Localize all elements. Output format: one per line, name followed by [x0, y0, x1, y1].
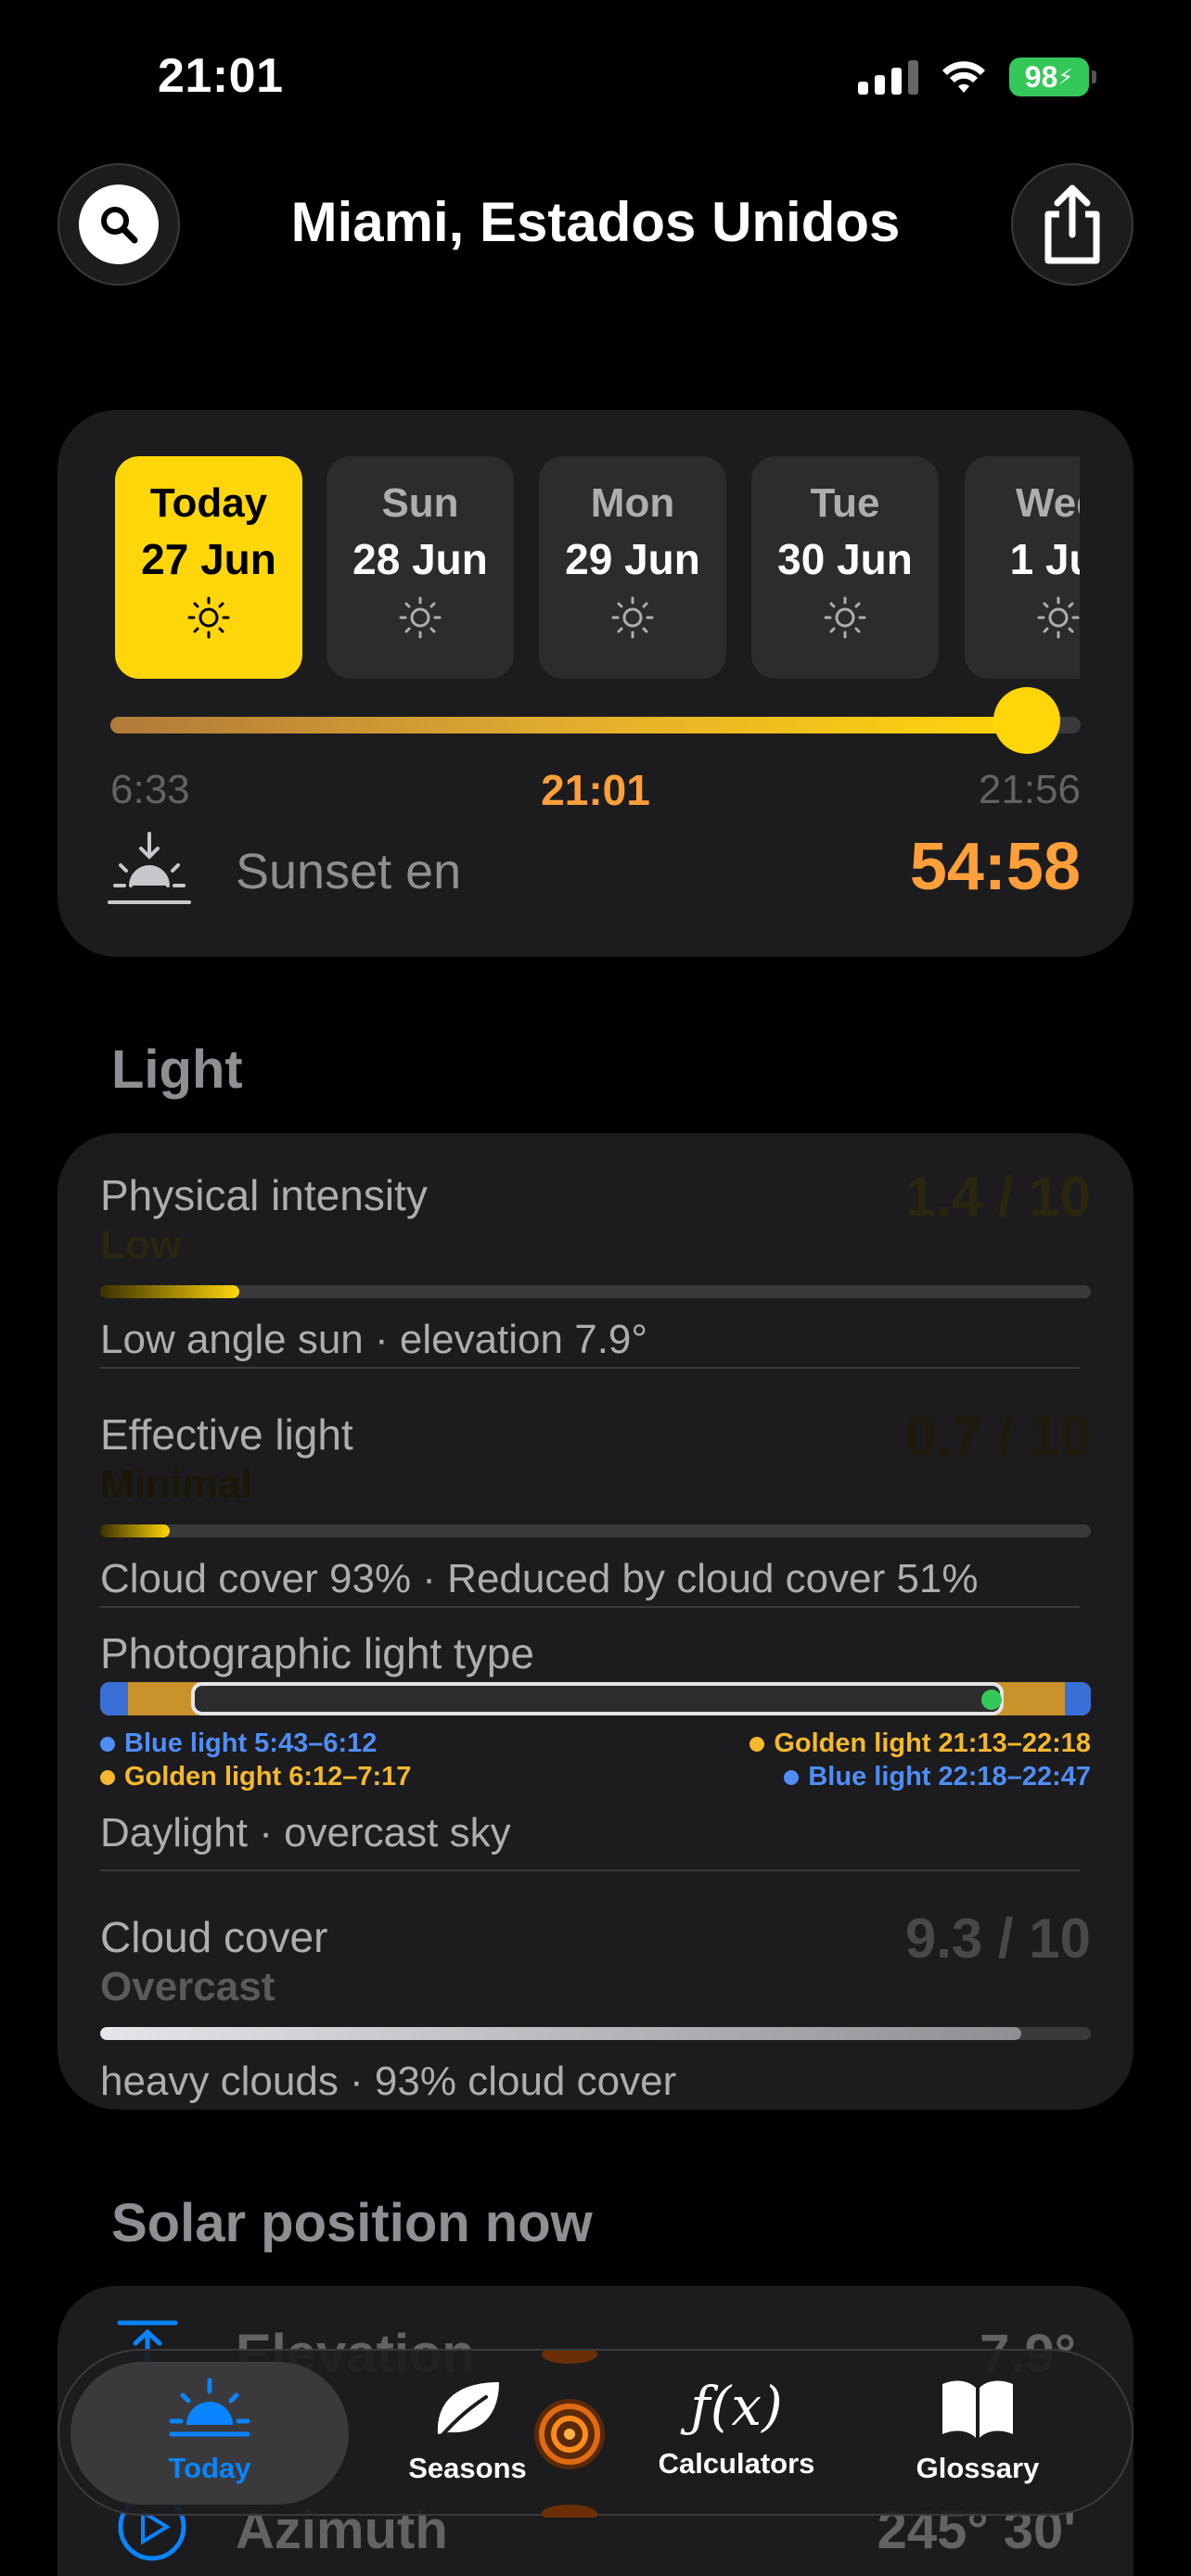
function-icon: ƒ(x) [690, 2375, 783, 2438]
day-date: 29 Jun [565, 535, 700, 583]
legend-text: Blue light 5:43–6:12 [124, 1728, 378, 1758]
sunset-label: Sunset en [236, 844, 462, 899]
sunset-time: 21:56 [978, 767, 1081, 812]
day-date: 30 Jun [777, 535, 913, 583]
charging-bolt-icon: ⚡ [1057, 64, 1074, 90]
leaf-icon [437, 2382, 499, 2438]
legend-blue-evening: Blue light 22:18–22:47 [784, 1762, 1091, 1792]
share-icon [1044, 185, 1100, 264]
sun-progress-fill [110, 717, 1028, 733]
sun-progress-track[interactable] [110, 687, 1081, 754]
day-name: Mon [590, 480, 675, 526]
tab-calculators[interactable]: ƒ(x) Calculators [616, 2377, 857, 2480]
metric-bar-fill [100, 2027, 1022, 2040]
blue-light-segment [100, 1682, 128, 1715]
daylight-window [191, 1682, 1004, 1715]
tab-label: Seasons [408, 2452, 527, 2484]
light-card: Physical intensity 1.4 / 10 Low Low angl… [58, 1133, 1133, 2110]
metric-description: Low angle sun · elevation 7.9° [100, 1317, 647, 1362]
tab-bar: Today Seasons ƒ(x) Calculators Glossary [58, 2349, 1133, 2518]
tab-label: Glossary [916, 2452, 1040, 2484]
status-time: 21:01 [158, 49, 284, 103]
metric-quality: Low [100, 1222, 182, 1268]
day-selector[interactable]: Today 27 Jun Sun 28 Jun Mon 29 Jun Tue 3… [115, 456, 1080, 679]
day-wed[interactable]: Wed 1 Jul [965, 456, 1080, 679]
battery-indicator: 98 ⚡ [1009, 57, 1096, 96]
metric-label: Photographic light type [100, 1629, 534, 1677]
legend-blue-morning: Blue light 5:43–6:12 [100, 1728, 377, 1759]
current-position-marker [981, 1690, 1002, 1710]
battery-level: 98 [1024, 59, 1058, 94]
metric-bar [100, 1285, 1091, 1298]
section-title-solar-position: Solar position now [111, 2193, 593, 2253]
sun-icon [1037, 596, 1080, 639]
day-name: Wed [1015, 480, 1080, 526]
current-time: 21:01 [541, 766, 650, 814]
tab-today[interactable]: Today [70, 2377, 349, 2485]
sunset-countdown: 54:58 [909, 830, 1081, 904]
day-name: Sun [381, 480, 459, 526]
tab-seasons[interactable]: Seasons [375, 2377, 560, 2485]
metric-bar [100, 2027, 1091, 2040]
tab-glossary[interactable]: Glossary [876, 2377, 1080, 2485]
metric-bar-fill [100, 1285, 239, 1298]
sunrise-icon [169, 2378, 250, 2437]
metric-score: 1.4 / 10 [904, 1166, 1091, 1228]
sun-icon [187, 596, 230, 639]
metric-score: 0.7 / 10 [904, 1405, 1091, 1467]
day-mon[interactable]: Mon 29 Jun [539, 456, 726, 679]
status-indicators: 98 ⚡ [858, 57, 1096, 96]
legend-golden-evening: Golden light 21:13–22:18 [749, 1728, 1091, 1759]
metric-label: Physical intensity [100, 1171, 428, 1219]
day-date: 1 Jul [1009, 535, 1080, 583]
metric-score: 9.3 / 10 [904, 1907, 1091, 1970]
metric-label: Cloud cover [100, 1913, 328, 1961]
legend-text: Blue light 22:18–22:47 [808, 1762, 1091, 1792]
sun-progress-knob[interactable] [993, 687, 1061, 754]
metric-label: Effective light [100, 1410, 353, 1459]
sun-icon [611, 596, 654, 639]
day-date: 28 Jun [352, 535, 488, 583]
wifi-icon [942, 61, 985, 93]
sun-icon [399, 596, 442, 639]
legend-text: Golden light 21:13–22:18 [774, 1728, 1091, 1758]
metric-bar-fill [100, 1524, 170, 1537]
metric-quality: Overcast [100, 1964, 275, 2009]
day-card: Today 27 Jun Sun 28 Jun Mon 29 Jun Tue 3… [58, 410, 1133, 957]
legend-text: Golden light 6:12–7:17 [124, 1762, 412, 1792]
day-date: 27 Jun [141, 535, 276, 583]
divider [100, 1367, 1080, 1369]
share-button[interactable] [1011, 163, 1133, 286]
divider [100, 1606, 1080, 1608]
day-today[interactable]: Today 27 Jun [115, 456, 302, 679]
divider [100, 1869, 1080, 1871]
day-name: Tue [810, 480, 880, 526]
metric-description: Cloud cover 93% · Reduced by cloud cover… [100, 1556, 979, 1601]
day-tue[interactable]: Tue 30 Jun [751, 456, 939, 679]
legend-golden-morning: Golden light 6:12–7:17 [100, 1762, 411, 1792]
metric-quality: Minimal [100, 1461, 252, 1507]
cellular-signal-icon [858, 59, 918, 95]
metric-bar [100, 1524, 1091, 1537]
sun-icon [824, 596, 866, 639]
day-name: Today [149, 480, 268, 526]
section-title-light: Light [111, 1039, 243, 1100]
day-sun[interactable]: Sun 28 Jun [327, 456, 514, 679]
book-icon [942, 2380, 1013, 2438]
blue-light-segment [1065, 1682, 1091, 1715]
sunset-icon [108, 832, 191, 904]
metric-description: heavy clouds · 93% cloud cover [100, 2059, 677, 2104]
metric-description: Daylight · overcast sky [100, 1810, 511, 1855]
tab-label: Calculators [658, 2447, 815, 2480]
tab-label: Today [168, 2452, 251, 2484]
